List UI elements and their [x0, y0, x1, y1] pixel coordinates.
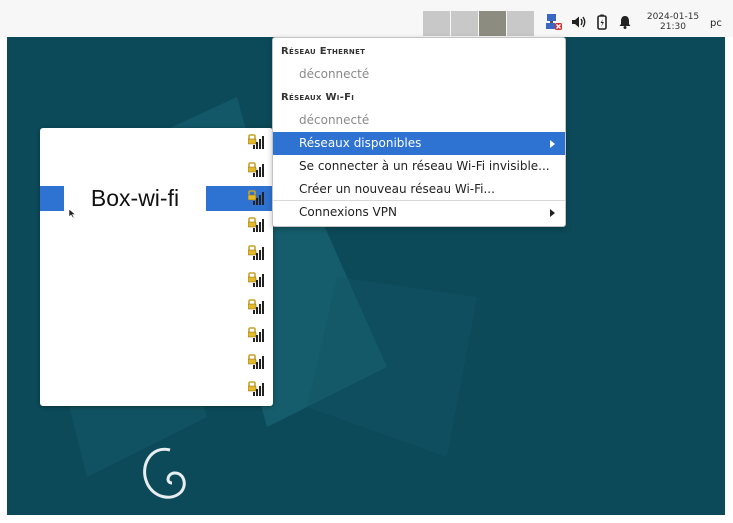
- submenu-arrow-icon: [550, 209, 555, 217]
- wifi-network-row[interactable]: [40, 241, 273, 266]
- wifi-secured-signal-icon: [248, 134, 264, 149]
- clock[interactable]: 2024-01-15 21:30: [640, 12, 706, 32]
- create-wifi-label: Créer un nouveau réseau Wi-Fi...: [299, 182, 495, 196]
- wifi-secured-signal-icon: [248, 190, 264, 205]
- wifi-secured-signal-icon: [248, 327, 264, 342]
- ethernet-section-header: Réseau Ethernet: [273, 40, 565, 63]
- connect-hidden-wifi-menu-item[interactable]: Se connecter à un réseau Wi-Fi invisible…: [273, 155, 565, 178]
- wifi-network-row[interactable]: [40, 295, 273, 320]
- wifi-network-row[interactable]: [40, 350, 273, 375]
- wifi-secured-signal-icon: [248, 354, 264, 369]
- battery-icon[interactable]: [593, 13, 611, 31]
- wifi-network-row[interactable]: [40, 130, 273, 155]
- connect-hidden-label: Se connecter à un réseau Wi-Fi invisible…: [299, 159, 550, 173]
- network-disconnected-icon[interactable]: [545, 13, 563, 31]
- top-panel: 2024-01-15 21:30 pc: [0, 0, 733, 37]
- vpn-label: Connexions VPN: [299, 205, 397, 219]
- clock-time: 21:30: [660, 22, 686, 32]
- user-name[interactable]: pc: [710, 18, 722, 29]
- wifi-section-header: Réseaux Wi-Fi: [273, 86, 565, 109]
- debian-swirl-logo-icon: [143, 447, 186, 499]
- ethernet-status-label: déconnecté: [299, 67, 370, 81]
- create-wifi-menu-item[interactable]: Créer un nouveau réseau Wi-Fi...: [273, 178, 565, 201]
- wifi-secured-signal-icon: [248, 245, 264, 260]
- ethernet-header-label: Réseau Ethernet: [281, 46, 366, 57]
- wifi-header-label: Réseaux Wi-Fi: [281, 92, 355, 103]
- volume-icon[interactable]: [570, 13, 588, 31]
- notification-bell-icon[interactable]: [616, 13, 634, 31]
- submenu-arrow-icon: [550, 140, 555, 148]
- clock-date: 2024-01-15: [646, 12, 700, 22]
- wifi-secured-signal-icon: [248, 299, 264, 314]
- network-menu: Réseau Ethernet déconnecté Réseaux Wi-Fi…: [272, 37, 566, 227]
- wifi-network-row[interactable]: [40, 158, 273, 183]
- wifi-status: déconnecté: [273, 109, 565, 132]
- wifi-network-row[interactable]: [40, 323, 273, 348]
- wifi-secured-signal-icon: [248, 272, 264, 287]
- mouse-cursor-icon: [68, 208, 77, 219]
- wifi-network-row[interactable]: [40, 268, 273, 293]
- available-networks-menu-item[interactable]: Réseaux disponibles: [273, 132, 565, 155]
- wifi-network-row[interactable]: [40, 377, 273, 402]
- wifi-status-label: déconnecté: [299, 113, 370, 127]
- wifi-network-list: [40, 128, 273, 406]
- wifi-secured-signal-icon: [248, 381, 264, 396]
- workspace-1-button[interactable]: [423, 11, 450, 36]
- ethernet-status: déconnecté: [273, 63, 565, 86]
- wifi-secured-signal-icon: [248, 217, 264, 232]
- vpn-connections-menu-item[interactable]: Connexions VPN: [273, 201, 565, 224]
- selected-network-label[interactable]: Box-wi-fi: [64, 184, 206, 212]
- workspace-2-button[interactable]: [451, 11, 478, 36]
- wifi-secured-signal-icon: [248, 162, 264, 177]
- workspace-4-button[interactable]: [507, 11, 534, 36]
- available-networks-label: Réseaux disponibles: [299, 136, 422, 150]
- workspace-3-button[interactable]: [479, 11, 506, 36]
